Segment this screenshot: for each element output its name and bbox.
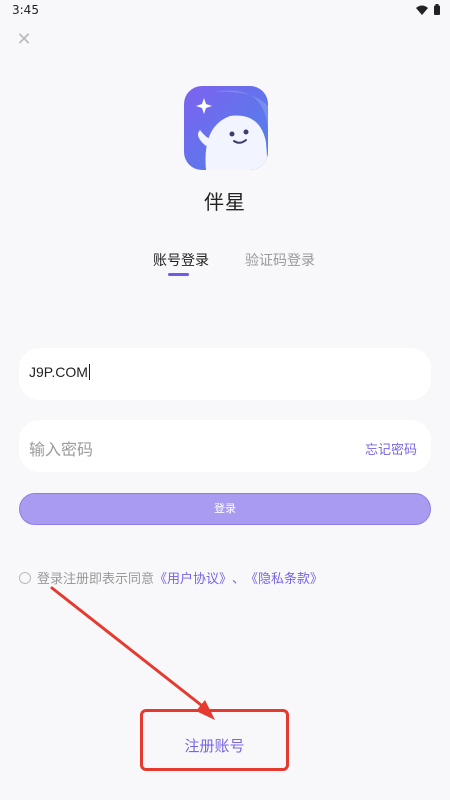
tab-code-login[interactable]: 验证码登录	[245, 250, 315, 270]
tab-account-login[interactable]: 账号登录	[153, 250, 209, 270]
annotation-highlight-box	[140, 709, 289, 771]
login-button[interactable]: 登录	[19, 493, 431, 525]
forgot-password-link[interactable]: 忘记密码	[365, 439, 417, 458]
user-agreement-link[interactable]: 《用户协议》	[154, 568, 232, 587]
account-value: J9P.COM	[29, 364, 90, 380]
status-bar: 3:45	[0, 0, 450, 22]
status-icons	[416, 4, 440, 15]
status-time: 3:45	[12, 3, 39, 17]
password-input[interactable]: 输入密码 忘记密码	[19, 420, 431, 472]
password-placeholder: 输入密码	[29, 440, 94, 459]
agreement-text: 登录注册即表示同意	[37, 572, 155, 587]
agreement-row: 登录注册即表示同意 《用户协议》 、 《隐私条款》	[19, 568, 323, 587]
app-logo	[184, 86, 268, 170]
agreement-separator: 、	[232, 572, 246, 587]
close-icon[interactable]: ✕	[14, 30, 34, 50]
login-tabs: 账号登录 验证码登录	[0, 250, 450, 280]
agreement-checkbox[interactable]	[19, 571, 31, 584]
tab-indicator	[168, 273, 189, 276]
wifi-icon	[416, 5, 428, 15]
battery-icon	[434, 4, 440, 15]
app-name: 伴星	[204, 190, 246, 214]
account-input[interactable]: J9P.COM	[19, 348, 431, 400]
privacy-policy-link[interactable]: 《隐私条款》	[245, 568, 323, 587]
